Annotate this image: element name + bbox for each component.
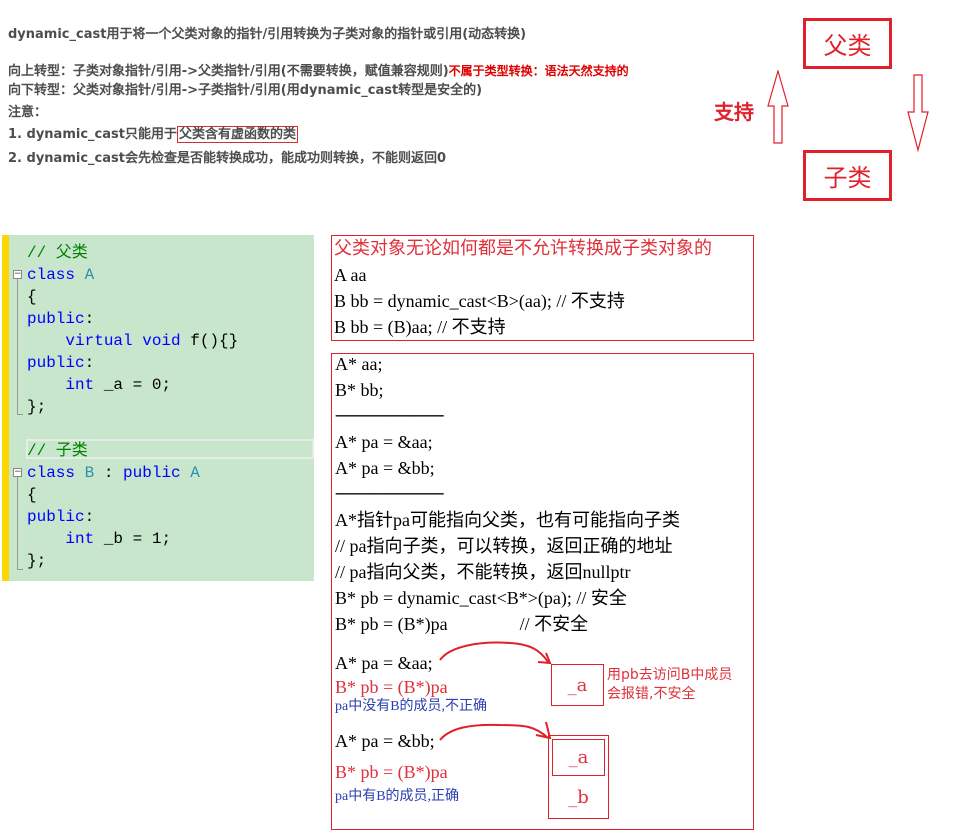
keyword: public bbox=[27, 508, 85, 526]
keyword: int bbox=[65, 376, 95, 394]
box2-separator: ------------------------ bbox=[335, 482, 444, 502]
code-class-b: class B : public A bbox=[27, 464, 200, 482]
box2-line: A* aa; bbox=[335, 354, 383, 374]
example2-assign: A* pa = &bb; bbox=[335, 731, 435, 751]
box2-line: A* pa = &aa; bbox=[335, 432, 433, 452]
rule-1-highlight: 父类含有虚函数的类 bbox=[176, 126, 298, 143]
rule-1: 1. dynamic_cast只能用于 父类含有虚函数的类 bbox=[8, 126, 298, 144]
keyword: public bbox=[123, 464, 181, 482]
box1-heading: 父类对象无论如何都是不允许转换成子类对象的 bbox=[334, 238, 712, 259]
code-int-a: int _a = 0; bbox=[27, 374, 171, 396]
box2-separator: ------------------------ bbox=[335, 404, 444, 424]
upcast-text: 向上转型：子类对象指针/引用->父类指针/引用(不需要转换，赋值兼容规则) bbox=[8, 64, 449, 79]
code-close-brace: }; bbox=[27, 552, 47, 570]
warning-line-1: 用pb去访问B中成员 bbox=[607, 667, 733, 683]
parent-class-box: 父类 bbox=[803, 18, 892, 69]
box2-line: A*指针pa可能指向父类，也有可能指向子类 bbox=[335, 510, 680, 530]
box1-line: B bb = (B)aa; // 不支持 bbox=[334, 317, 506, 337]
box1-line: B bb = dynamic_cast<B>(aa); // 不支持 bbox=[334, 291, 625, 311]
code-public-3: public: bbox=[27, 506, 94, 528]
fold-guide-end bbox=[17, 414, 23, 415]
pointer-arrow-icon bbox=[439, 721, 552, 741]
box2-line: B* bb; bbox=[335, 380, 384, 400]
rule-2: 2. dynamic_cast会先检查是否能转换成功，能成功则转换，不能则返回0 bbox=[8, 151, 447, 166]
type-name: A bbox=[84, 266, 95, 284]
memory-member-b: _b bbox=[552, 780, 605, 814]
fold-toggle-class-b[interactable]: − bbox=[13, 468, 22, 477]
member-b-label: _b bbox=[568, 786, 589, 808]
code-int-b: int _b = 1; bbox=[27, 528, 171, 550]
child-class-box: 子类 bbox=[803, 150, 892, 201]
downcast-line: 向下转型：父类对象指针/引用->子类指针/引用(用dynamic_cast转型是… bbox=[8, 83, 483, 98]
attention-label: 注意： bbox=[8, 105, 48, 120]
example2-note: pa中有B的成员,正确 bbox=[335, 789, 460, 804]
child-class-label: 子类 bbox=[823, 164, 872, 192]
keyword: int bbox=[65, 530, 95, 548]
up-arrow-icon bbox=[767, 70, 789, 144]
keyword: class bbox=[27, 266, 76, 284]
example2-cast: B* pb = (B*)pa bbox=[335, 762, 448, 782]
box2-line: A* pa = &bb; bbox=[335, 458, 435, 478]
upcast-note: 不属于类型转换：语法天然支持的 bbox=[448, 64, 629, 78]
upcast-line: 向上转型：子类对象指针/引用->父类指针/引用(不需要转换，赋值兼容规则)不属于… bbox=[8, 62, 629, 81]
parent-class-label: 父类 bbox=[823, 32, 872, 60]
rule-1-prefix: 1. dynamic_cast只能用于 bbox=[8, 127, 177, 142]
support-label: 支持 bbox=[714, 100, 754, 124]
fold-guide bbox=[17, 477, 18, 569]
member-a-label: _a bbox=[568, 747, 589, 768]
memory-member-a: _a bbox=[552, 739, 605, 776]
code-public-2: public: bbox=[27, 352, 94, 374]
box2-line: B* pb = (B*)pa // 不安全 bbox=[335, 614, 589, 634]
code-text: : bbox=[84, 354, 95, 372]
change-marker-bar bbox=[2, 235, 9, 581]
box2-line: // pa指向子类，可以转换，返回正确的地址 bbox=[335, 536, 673, 556]
fold-toggle-class-a[interactable]: − bbox=[13, 270, 22, 279]
code-text: _a = 0; bbox=[103, 376, 172, 394]
code-close-brace: }; bbox=[27, 398, 47, 416]
example1-assign: A* pa = &aa; bbox=[335, 653, 433, 673]
code-text: f(){} bbox=[190, 332, 239, 350]
code-open-brace: { bbox=[27, 486, 37, 504]
code-open-brace: { bbox=[27, 288, 37, 306]
code-text: : bbox=[84, 508, 95, 526]
keyword: public bbox=[27, 310, 85, 328]
box2-line: B* pb = dynamic_cast<B*>(pa); // 安全 bbox=[335, 588, 627, 608]
fold-guide-end bbox=[17, 569, 23, 570]
pointer-arrow-icon bbox=[439, 641, 552, 665]
notes-title: dynamic_cast用于将一个父类对象的指针/引用转换为子类对象的指针或引用… bbox=[8, 27, 527, 42]
code-public-1: public: bbox=[27, 308, 94, 330]
box1-line: A aa bbox=[334, 265, 367, 285]
memory-box-a: _a bbox=[551, 664, 604, 706]
example1-note: pa中没有B的成员,不正确 bbox=[335, 699, 488, 714]
box2-line: // pa指向父类，不能转换，返回nullptr bbox=[335, 562, 631, 582]
down-arrow-icon bbox=[907, 74, 929, 152]
type-name: B bbox=[84, 464, 95, 482]
code-virtual-f: virtual void f(){} bbox=[27, 330, 238, 352]
keyword: virtual void bbox=[65, 332, 181, 350]
warning-line-2: 会报错,不安全 bbox=[607, 686, 696, 702]
fold-guide bbox=[17, 279, 18, 414]
keyword: public bbox=[27, 354, 85, 372]
code-text: : bbox=[84, 310, 95, 328]
member-a-label: _a bbox=[567, 674, 588, 696]
code-text: _b = 1; bbox=[103, 530, 172, 548]
keyword: class bbox=[27, 464, 76, 482]
code-comment-child: // 子类 bbox=[27, 442, 88, 460]
code-comment-parent: // 父类 bbox=[27, 244, 88, 262]
code-class-a: class A bbox=[27, 264, 94, 286]
type-name: A bbox=[190, 464, 200, 482]
